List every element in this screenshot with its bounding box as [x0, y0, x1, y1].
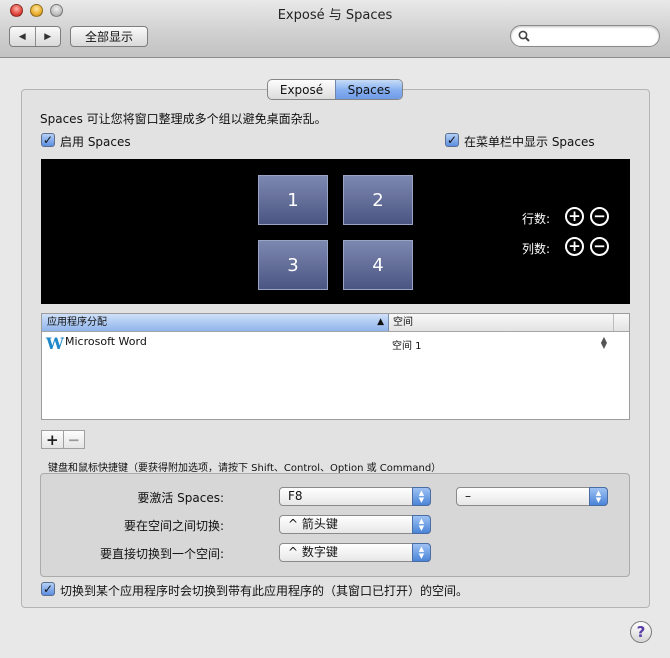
help-button[interactable]: ? [630, 621, 652, 643]
space-tile-2[interactable]: 2 [343, 175, 413, 225]
back-arrow-icon[interactable]: ◀ [10, 27, 35, 46]
shortcuts-caption: 键盘和鼠标快捷键（要获得附加选项，请按下 Shift、Control、Optio… [48, 463, 442, 474]
column-header-space[interactable]: 空间 [390, 314, 614, 331]
pane-tab-control: Exposé Spaces [267, 79, 403, 100]
activate-mouse-value: – [465, 489, 471, 503]
popup-arrows-icon: ▲ ▼ [412, 515, 431, 534]
spaces-description: Spaces 可让您将窗口整理成多个组以避免桌面杂乱。 [40, 112, 327, 126]
forward-arrow-icon[interactable]: ▶ [34, 27, 61, 46]
rows-label: 行数: [522, 212, 551, 226]
sort-ascending-icon: ▲ [377, 317, 384, 327]
add-column-button[interactable]: + [565, 237, 584, 256]
tab-spaces[interactable]: Spaces [335, 80, 402, 99]
window-title: Exposé 与 Spaces [277, 8, 393, 23]
columns-label: 列数: [522, 242, 551, 256]
space-assignment[interactable]: 空间 1 [392, 337, 422, 352]
switch-spaces-label: 要在空间之间切换: [123, 519, 224, 533]
table-row[interactable]: W Microsoft Word 空间 1 ▲ ▼ [42, 333, 629, 353]
show-in-menubar-label: 在菜单栏中显示 Spaces [464, 135, 595, 149]
column-header-app-label: 应用程序分配 [47, 317, 107, 328]
search-icon [518, 30, 530, 42]
space-stepper-icon[interactable]: ▲ ▼ [600, 336, 608, 350]
enable-spaces-label: 启用 Spaces [60, 135, 131, 149]
space-tile-3[interactable]: 3 [258, 240, 328, 290]
add-row-button[interactable]: + [565, 207, 584, 226]
shortcuts-group: 要激活 Spaces: F8 ▲ ▼ – ▲ ▼ 要在空间之间切换: ^ 箭头键 ▲… [40, 473, 630, 577]
add-binding-button[interactable]: + [42, 431, 63, 449]
activate-mouse-popup[interactable]: – ▲ ▼ [456, 487, 608, 506]
direct-switch-value: ^ 数字键 [288, 545, 338, 559]
show-all-button[interactable]: 全部显示 [70, 26, 148, 47]
switch-key-value: ^ 箭头键 [288, 517, 338, 531]
app-name: Microsoft Word [65, 335, 147, 348]
popup-arrows-icon: ▲ ▼ [589, 487, 608, 506]
show-in-menubar-checkbox[interactable]: ✓ [445, 133, 459, 147]
activate-spaces-label: 要激活 Spaces: [137, 491, 224, 505]
back-forward-control: ◀ ▶ [9, 26, 61, 47]
activate-key-popup[interactable]: F8 ▲ ▼ [279, 487, 431, 506]
space-tile-4[interactable]: 4 [343, 240, 413, 290]
add-remove-control: + − [41, 430, 85, 449]
search-field[interactable] [510, 25, 660, 47]
direct-switch-popup[interactable]: ^ 数字键 ▲ ▼ [279, 543, 431, 562]
enable-spaces-checkbox[interactable]: ✓ [41, 133, 55, 147]
switch-on-app-checkbox[interactable]: ✓ [41, 582, 55, 596]
direct-switch-label: 要直接切换到一个空间: [99, 547, 224, 561]
window-titlebar: Exposé 与 Spaces ◀ ▶ 全部显示 [0, 0, 670, 58]
switch-key-popup[interactable]: ^ 箭头键 ▲ ▼ [279, 515, 431, 534]
tab-expose[interactable]: Exposé [268, 80, 335, 99]
remove-binding-button[interactable]: − [62, 431, 85, 449]
space-tile-1[interactable]: 1 [258, 175, 328, 225]
switch-on-app-label: 切换到某个应用程序时会切换到带有此应用程序的（其窗口已打开）的空间。 [60, 584, 469, 598]
popup-arrows-icon: ▲ ▼ [412, 543, 431, 562]
remove-column-button[interactable]: − [590, 237, 609, 256]
column-header-app[interactable]: 应用程序分配 ▲ [42, 314, 389, 331]
table-header: 应用程序分配 ▲ 空间 [42, 314, 629, 332]
activate-key-value: F8 [288, 489, 303, 503]
microsoft-word-icon: W [46, 334, 64, 353]
app-bindings-table: 应用程序分配 ▲ 空间 W Microsoft Word 空间 1 ▲ ▼ [41, 313, 630, 420]
spaces-preview: 1 2 3 4 行数: + − 列数: + − [41, 159, 630, 304]
popup-arrows-icon: ▲ ▼ [412, 487, 431, 506]
remove-row-button[interactable]: − [590, 207, 609, 226]
